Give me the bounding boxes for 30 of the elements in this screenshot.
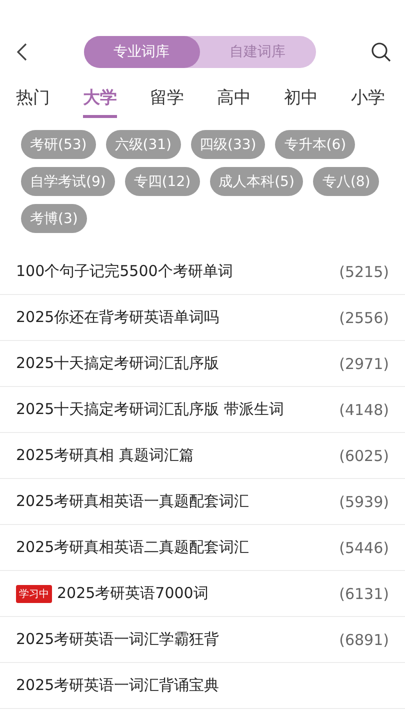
book-title[interactable]: 2025考研真相英语二真题配套词汇 [16,538,340,557]
search-icon [371,42,391,62]
word-count: (6891) [339,630,389,648]
category-tab[interactable]: 高中 [217,86,251,118]
book-title[interactable]: 100个句子记完5500个考研单词 [16,262,340,281]
word-count: (6131) [339,584,389,602]
category-tab[interactable]: 留学 [150,86,184,118]
book-title[interactable]: 2025考研英语7000词 [57,584,340,603]
word-count: (5939) [339,492,389,510]
category-tab[interactable]: 热门 [16,86,50,118]
book-title[interactable]: 2025考研真相英语一真题配套词汇 [16,492,340,511]
back-button[interactable] [16,42,28,62]
book-title[interactable]: 2025十天搞定考研词汇乱序版 [16,354,340,373]
book-title[interactable]: 2025考研英语一词汇背诵宝典 [16,676,389,695]
word-count: (4148) [339,400,389,418]
category-tab[interactable]: 大学 [83,86,117,118]
word-count: (2556) [339,308,389,326]
category-tab[interactable]: 初中 [284,86,318,118]
word-count: (5446) [339,538,389,556]
book-title[interactable]: 2025考研真相 真题词汇篇 [16,446,340,465]
book-title[interactable]: 2025考研英语一词汇学霸狂背 [16,630,340,649]
book-title[interactable]: 2025十天搞定考研词汇乱序版 带派生词 [16,400,340,419]
book-title[interactable]: 2025你还在背考研英语单词吗 [16,308,340,327]
category-tab[interactable]: 小学 [351,86,385,118]
back-icon [16,42,28,62]
word-count: (2971) [339,354,389,372]
studying-badge: 学习中 [16,584,52,602]
word-count: (6025) [339,446,389,464]
search-button[interactable] [371,42,391,62]
word-count: (5215) [339,262,389,280]
